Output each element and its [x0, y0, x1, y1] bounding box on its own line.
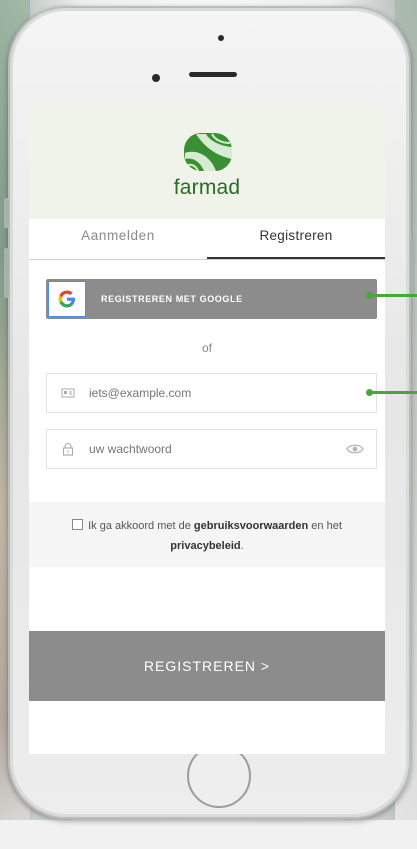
email-callout-line	[366, 389, 417, 396]
google-badge	[48, 281, 86, 317]
password-field	[46, 429, 377, 469]
google-signup-button[interactable]: REGISTREREN MET GOOGLE	[46, 279, 377, 319]
consent-section: Ik ga akkoord met de gebruiksvoorwaarden…	[29, 502, 385, 567]
power-button	[410, 238, 415, 298]
brand-name: farmad	[173, 176, 241, 199]
tab-aanmelden[interactable]: Aanmelden	[29, 219, 207, 259]
tab-registreren[interactable]: Registreren	[207, 219, 385, 259]
proximity-sensor	[218, 35, 224, 41]
eye-icon[interactable]	[346, 442, 364, 456]
or-separator: of	[201, 341, 212, 355]
background-bottom	[0, 820, 417, 849]
lock-icon	[62, 443, 74, 456]
register-button-label: REGISTREREN >	[143, 658, 271, 674]
google-g-icon	[58, 290, 75, 308]
consent-text-middle: en het	[311, 520, 342, 532]
farmad-leaf-logo-icon	[184, 133, 232, 172]
mute-switch	[4, 198, 9, 228]
email-input[interactable]	[89, 374, 329, 412]
email-field	[46, 373, 377, 413]
privacy-link[interactable]: privacybeleid	[170, 540, 240, 552]
google-signup-label: REGISTREREN MET GOOGLE	[101, 294, 243, 304]
consent-text-before: Ik ga akkoord met de	[88, 520, 191, 532]
terms-link[interactable]: gebruiksvoorwaarden	[194, 520, 308, 532]
earpiece-speaker	[189, 72, 237, 77]
google-callout-line	[366, 292, 417, 299]
consent-text: Ik ga akkoord met de gebruiksvoorwaarden…	[55, 516, 359, 556]
register-button[interactable]: REGISTREREN >	[29, 631, 385, 701]
id-card-icon	[61, 388, 75, 398]
password-input[interactable]	[89, 430, 329, 468]
app-screen: farmad Aanmelden Registreren REGISTREREN…	[29, 108, 385, 754]
volume-up-button	[4, 248, 9, 298]
terms-checkbox[interactable]	[72, 519, 84, 530]
front-camera	[152, 74, 160, 82]
brand-header: farmad	[29, 108, 385, 219]
consent-text-after: .	[240, 540, 244, 552]
auth-tabs: Aanmelden Registreren	[29, 219, 385, 260]
